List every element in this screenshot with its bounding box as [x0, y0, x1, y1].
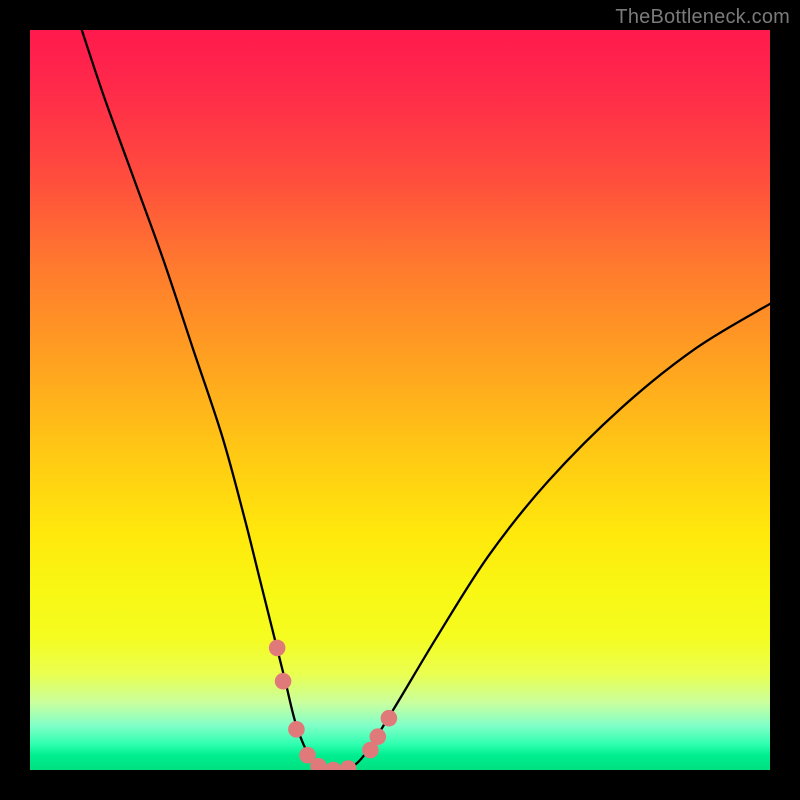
marker-dot [340, 760, 357, 770]
bottleneck-curve-svg [30, 30, 770, 770]
marker-dot [275, 673, 292, 690]
highlighted-points [269, 640, 397, 770]
marker-dot [288, 721, 305, 738]
marker-dot [325, 762, 342, 770]
marker-dot [269, 640, 286, 657]
watermark-text: TheBottleneck.com [615, 6, 790, 29]
bottleneck-curve [82, 30, 770, 770]
marker-dot [370, 728, 387, 745]
marker-dot [381, 710, 398, 727]
chart-plot-area [30, 30, 770, 770]
